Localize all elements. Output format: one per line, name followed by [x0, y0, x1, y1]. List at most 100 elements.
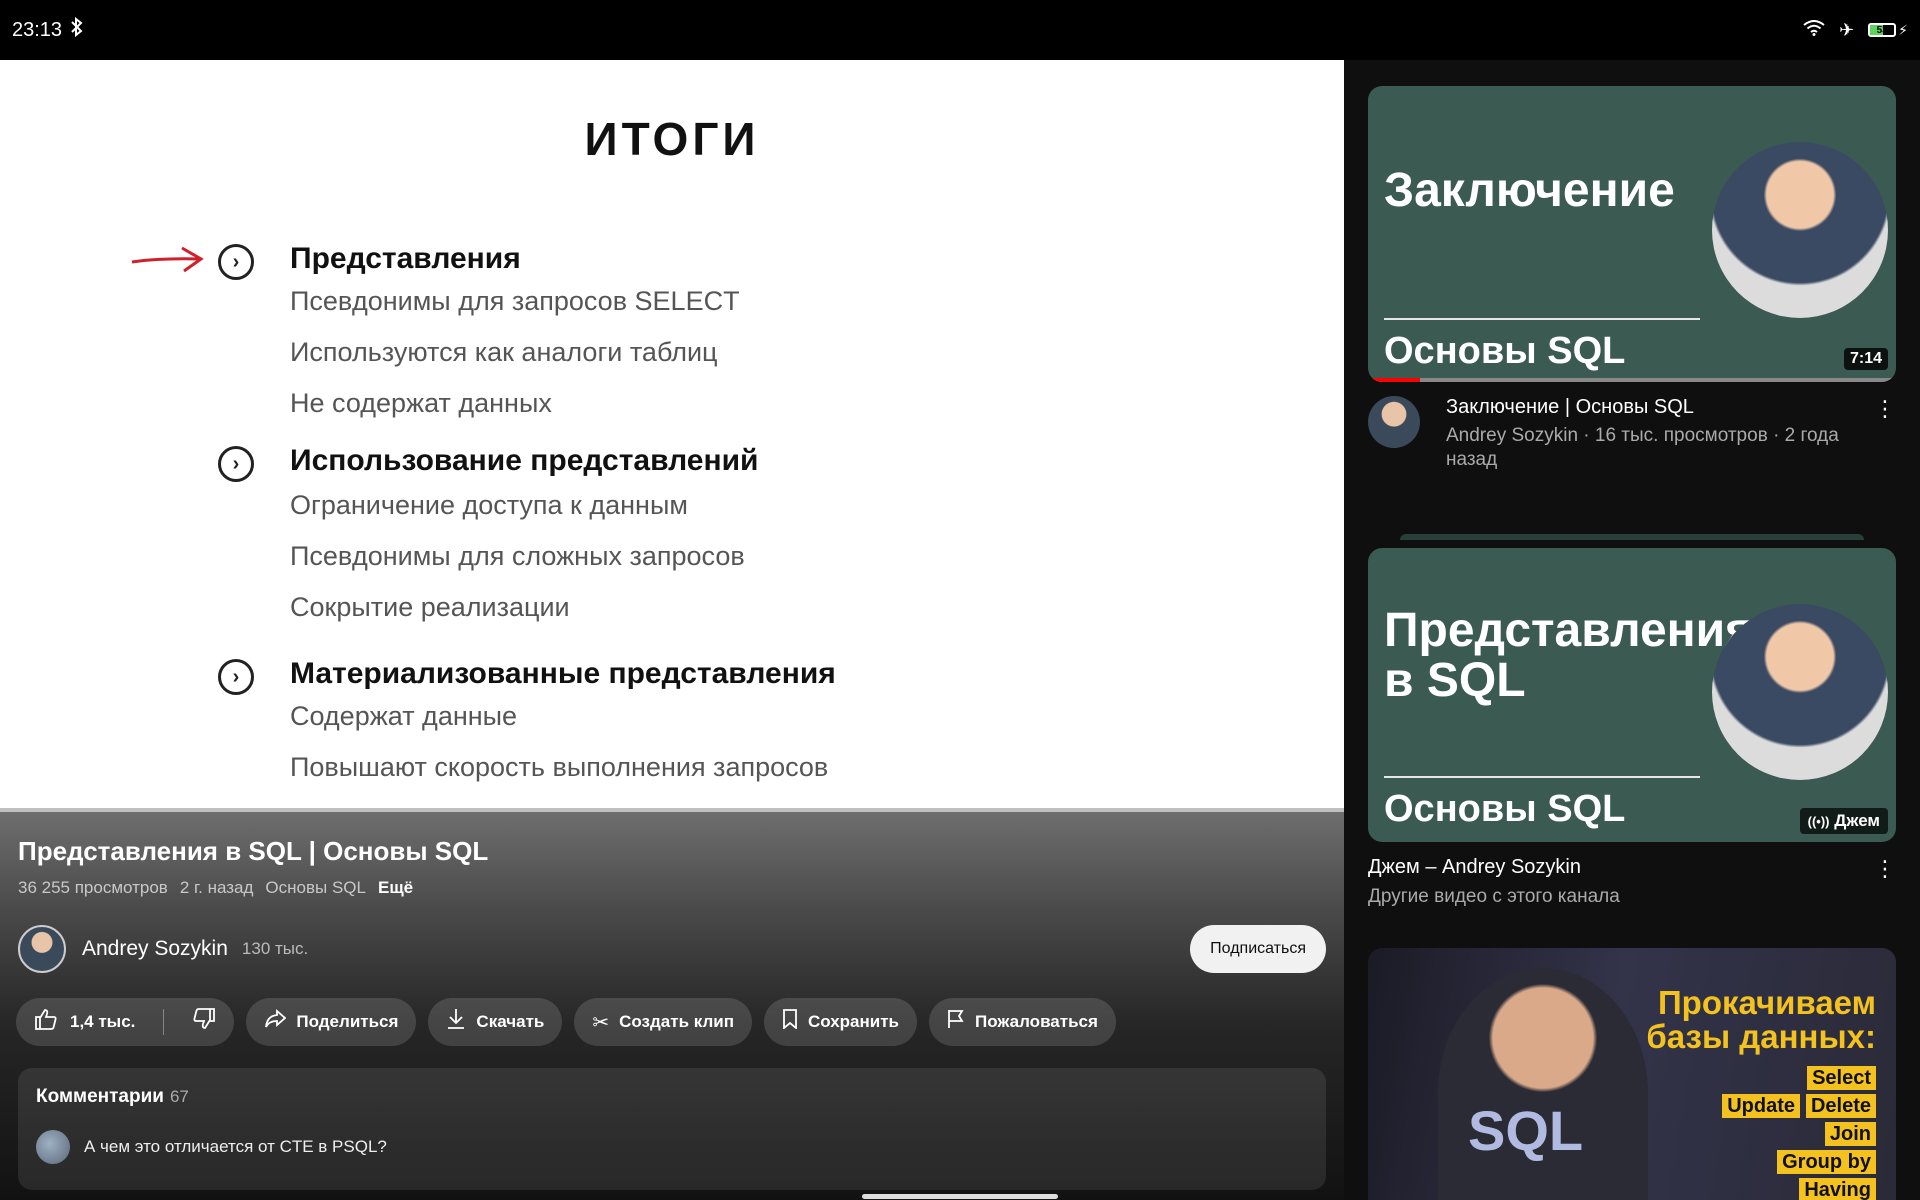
video-title: Представления в SQL | Основы SQL	[18, 836, 489, 866]
more-vert-icon[interactable]: ⋮	[1874, 856, 1896, 882]
download-label: Скачать	[476, 1012, 545, 1031]
section-item: Псевдонимы для запросов SELECT	[290, 286, 740, 316]
promo-tag: Join	[1824, 1122, 1876, 1146]
home-indicator[interactable]	[862, 1194, 1058, 1199]
subscriber-count: 130 тыс.	[241, 939, 309, 958]
subscribe-button[interactable]: Подписаться	[1190, 925, 1326, 973]
bookmark-icon	[782, 1009, 798, 1035]
section-item: Псевдонимы для сложных запросов	[290, 541, 745, 571]
save-label: Сохранить	[807, 1012, 900, 1031]
slide-title: ИТОГИ	[584, 113, 760, 165]
download-button[interactable]: Скачать	[428, 998, 563, 1046]
mix-badge-label: Джем	[1834, 811, 1880, 830]
like-divider	[163, 1009, 165, 1035]
clip-label: Создать клип	[619, 1012, 734, 1031]
thumbnail-footer: Основы SQL	[1384, 330, 1626, 372]
status-bar: 23:13 ✈ 53 ⚡	[0, 0, 1920, 60]
section-heading: Использование представлений	[290, 444, 759, 477]
bluetooth-icon	[70, 16, 84, 43]
section-item: Сокрытие реализации	[290, 592, 570, 622]
promo-tag: Group by	[1777, 1150, 1876, 1174]
thumbs-down-icon	[192, 1008, 216, 1036]
promo-thumbnail[interactable]: SQL Прокачиваем базы данных: Select Upda…	[1368, 948, 1896, 1200]
mix-badge: ((•)) Джем	[1799, 808, 1888, 834]
like-count: 1,4 тыс.	[70, 1012, 136, 1031]
section-item: Содержат данные	[290, 701, 518, 731]
duration-badge: 7:14	[1843, 348, 1888, 370]
save-button[interactable]: Сохранить	[763, 998, 918, 1046]
presenter-photo	[1712, 604, 1888, 780]
section-item: Повышают скорость выполнения запросов	[290, 752, 829, 782]
section-item: Используются как аналоги таблиц	[290, 337, 718, 367]
report-button[interactable]: Пожаловаться	[929, 998, 1116, 1046]
section-heading: Представления	[290, 242, 521, 275]
broadcast-icon: ((•))	[1807, 814, 1830, 829]
download-icon	[446, 1008, 466, 1036]
mix-stack-edge	[1400, 534, 1864, 540]
action-bar: 1,4 тыс. Поделиться Скачать ✂ Создать кл…	[16, 998, 1116, 1046]
commenter-avatar	[36, 1130, 70, 1164]
share-label: Поделиться	[296, 1012, 399, 1031]
wifi-icon	[1803, 19, 1825, 41]
share-button[interactable]: Поделиться	[246, 998, 417, 1046]
section-item: Ограничение доступа к данным	[290, 490, 688, 520]
video-meta[interactable]: 36 255 просмотров 2 г. назад Основы SQL …	[18, 878, 413, 898]
presenter-photo	[1438, 968, 1648, 1200]
mix-subtitle: Другие видео с этого канала	[1368, 886, 1620, 907]
related-title[interactable]: Заключение | Основы SQL	[1446, 396, 1694, 419]
more-vert-icon[interactable]: ⋮	[1874, 396, 1896, 422]
red-arrow-icon	[131, 246, 204, 273]
mix-title[interactable]: Джем – Andrey Sozykin	[1368, 856, 1581, 879]
battery-indicator: 53 ⚡	[1868, 22, 1908, 39]
thumbnail-rule	[1384, 776, 1700, 778]
comments-panel[interactable]: Комментарии 67 А чем это отличается от CT…	[18, 1068, 1326, 1190]
promo-line-1: Прокачиваем	[1657, 984, 1876, 1021]
section-heading: Материализованные представления	[290, 657, 836, 690]
related-subtitle: Andrey Sozykin · 16 тыс. просмотров · 2 …	[1446, 425, 1839, 470]
watch-progress-bar	[1368, 378, 1896, 382]
top-comment: А чем это отличается от CTE в PSQL?	[36, 1130, 387, 1164]
clock: 23:13	[12, 18, 63, 41]
create-clip-button[interactable]: ✂ Создать клип	[574, 998, 752, 1046]
report-label: Пожаловаться	[975, 1012, 1098, 1031]
related-thumbnail[interactable]: Заключение Основы SQL 7:14	[1368, 86, 1896, 382]
video-info-panel: Представления в SQL | Основы SQL 36 255 …	[0, 812, 1344, 1200]
video-player[interactable]: ИТОГИ › Представления Псевдонимы для зап…	[0, 60, 1344, 812]
promo-tag: Delete	[1805, 1094, 1876, 1118]
promo-tag: Select	[1807, 1066, 1876, 1090]
thumbs-up-icon	[34, 1008, 58, 1036]
like-dislike-group: 1,4 тыс.	[16, 998, 235, 1046]
more-link[interactable]: Ещё	[378, 878, 413, 898]
thumbnail-title: Представления	[1384, 604, 1754, 657]
airplane-icon: ✈	[1839, 19, 1855, 40]
comments-header: Комментарии 67	[36, 1086, 189, 1108]
channel-name[interactable]: Andrey Sozykin	[82, 937, 228, 961]
related-videos: Заключение Основы SQL 7:14 Заключение | …	[1344, 60, 1920, 1200]
chevron-circle-icon: ›	[218, 446, 254, 482]
section-item: Не содержат данных	[290, 388, 552, 418]
like-button[interactable]: 1,4 тыс.	[16, 998, 153, 1046]
comments-count: 67	[169, 1087, 189, 1106]
playlist-link[interactable]: Основы SQL	[265, 878, 366, 898]
thumbnail-title: в SQL	[1384, 654, 1526, 707]
channel-avatar[interactable]	[18, 925, 66, 973]
mix-thumbnail[interactable]: Представления в SQL Основы SQL ((•)) Дже…	[1368, 548, 1896, 842]
upload-age: 2 г. назад	[179, 878, 254, 897]
view-count: 36 255 просмотров	[18, 878, 168, 897]
thumbnail-title: Заключение	[1384, 164, 1675, 217]
dislike-button[interactable]	[174, 998, 234, 1046]
promo-tag: Having	[1799, 1178, 1876, 1200]
share-icon	[264, 1009, 287, 1035]
comments-label: Комментарии	[36, 1086, 164, 1107]
related-meta[interactable]: Заключение | Основы SQL Andrey Sozykin ·…	[1368, 396, 1896, 486]
chevron-circle-icon: ›	[218, 244, 254, 280]
scissors-icon: ✂	[592, 1011, 610, 1034]
charging-icon: ⚡	[1898, 21, 1908, 38]
flag-icon	[947, 1009, 965, 1035]
channel-row: Andrey Sozykin 130 тыс. Подписаться	[18, 924, 1326, 974]
promo-line-2: базы данных:	[1646, 1018, 1876, 1055]
channel-avatar[interactable]	[1368, 396, 1420, 448]
thumbnail-footer: Основы SQL	[1384, 788, 1626, 830]
promo-headline: Прокачиваем базы данных:	[1646, 986, 1876, 1054]
promo-tag: Update	[1722, 1094, 1800, 1118]
